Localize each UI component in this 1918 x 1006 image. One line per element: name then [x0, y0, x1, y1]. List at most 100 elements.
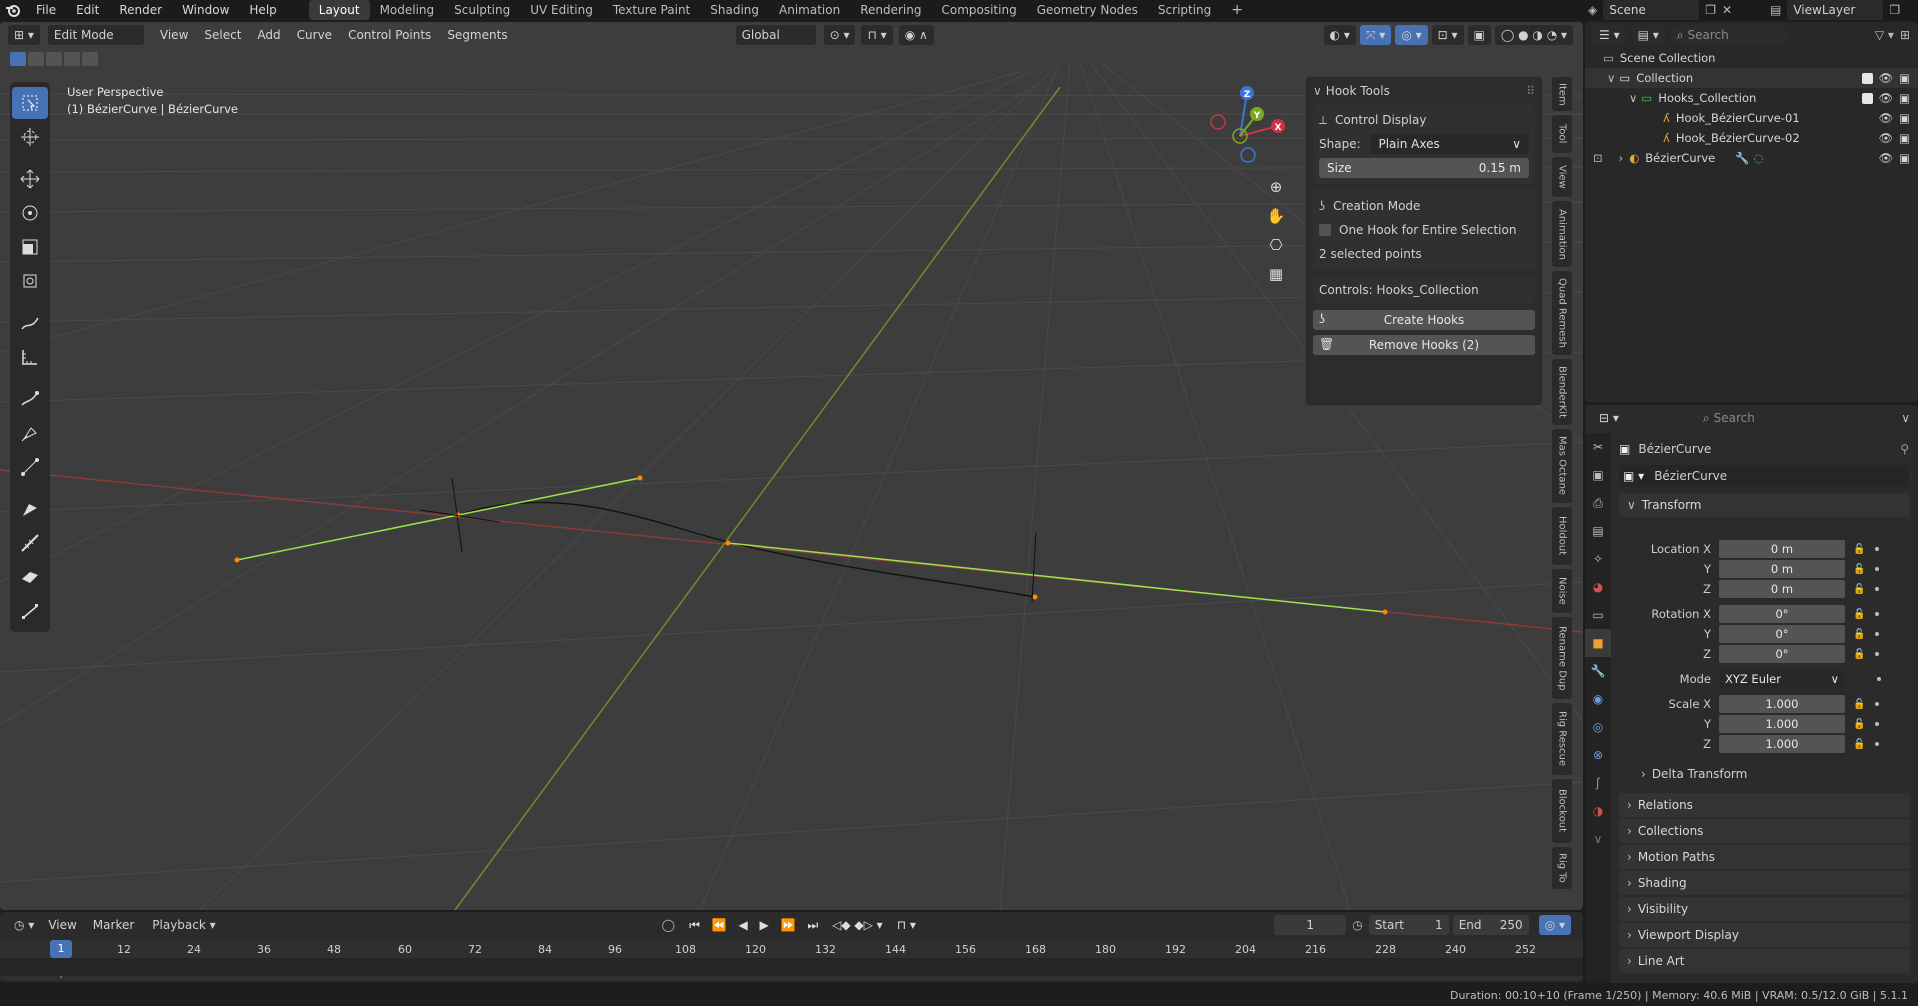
scene-icon[interactable]: ✧ [1585, 545, 1611, 573]
timeline-editor-icon[interactable]: ◷ ▾ [8, 915, 41, 935]
workspace-tab-layout[interactable]: Layout [308, 0, 370, 20]
pan-hand-icon[interactable]: ✋ [1262, 201, 1290, 230]
constraints-icon[interactable]: ⊗ [1585, 741, 1611, 769]
playback-controls-icons[interactable]: ⏮ ⏪ ◀ ▶ ⏩ ⏭ [689, 918, 822, 933]
scale-tool-icon[interactable] [12, 231, 48, 263]
hooks-include-checkbox[interactable] [1861, 92, 1873, 104]
snap-icon[interactable]: ⊓ ▾ [861, 25, 893, 45]
properties-editor-icon[interactable]: ⊟ ▾ [1593, 408, 1625, 428]
lock-icon[interactable]: 🔓 [1853, 609, 1865, 620]
tool-settings-icon[interactable]: ✂ [1585, 433, 1611, 461]
outliner-search-input[interactable]: ⌕ Search [1670, 25, 1789, 45]
particles-icon[interactable]: ◉ [1585, 685, 1611, 713]
select-new-icon[interactable] [10, 52, 26, 66]
3d-viewport[interactable]: Z X Y ⊞ ▾ Edit Mode View Select Add Curv… [0, 22, 1583, 910]
keyframe-dot-icon[interactable] [1875, 612, 1880, 616]
outliner-row-hook-02[interactable]: ʎ Hook_BézierCurve-02 👁 ▣ [1585, 128, 1918, 148]
end-frame-field[interactable]: End 250 [1452, 915, 1529, 935]
measure-tool-icon[interactable] [12, 341, 48, 373]
tab-animation[interactable]: Animation [1552, 201, 1572, 267]
hook-panel-header[interactable]: ∨ Hook Tools ⠿ [1307, 78, 1541, 104]
workspace-tab-compositing[interactable]: Compositing [931, 0, 1026, 20]
menu-add[interactable]: Add [249, 28, 288, 42]
rotate-tool-icon[interactable] [12, 197, 48, 229]
workspace-tab-sculpting[interactable]: Sculpting [444, 0, 520, 20]
object-properties-icon[interactable]: ■ [1585, 629, 1611, 657]
select-intersect-icon[interactable] [82, 52, 98, 66]
current-frame-field[interactable]: 1 [1274, 915, 1347, 935]
menu-render[interactable]: Render [109, 0, 172, 20]
expand-chevron-icon[interactable]: › [1619, 151, 1624, 165]
remove-hooks-button[interactable]: Remove Hooks (2) 🗑 [1313, 335, 1535, 355]
camera-view-icon[interactable]: ⎔ [1262, 230, 1290, 259]
properties-search-input[interactable]: ⌕ Search [1696, 408, 1815, 428]
timeline-menu-view[interactable]: View [40, 918, 84, 932]
menu-control-points[interactable]: Control Points [340, 28, 439, 42]
outliner-row-hooks-collection[interactable]: ∨ ▭ Hooks_Collection 👁 ▣ [1585, 88, 1918, 108]
scale-x-field[interactable]: 1.000 [1719, 695, 1845, 713]
eye-icon[interactable]: 👁 [1879, 71, 1894, 85]
menu-help[interactable]: Help [239, 0, 286, 20]
select-mode-icons[interactable] [10, 52, 98, 66]
section-visibility[interactable]: › Visibility [1619, 897, 1910, 921]
keyframe-jump-icons[interactable]: ◁◆ ◆▷ ▾ [832, 918, 883, 932]
workspace-tab-uv-editing[interactable]: UV Editing [520, 0, 603, 20]
outliner-editor-icon[interactable]: ☰ ▾ [1593, 25, 1626, 45]
camera-icon[interactable]: ▣ [1899, 131, 1910, 145]
eye-icon[interactable]: 👁 [1879, 131, 1894, 145]
keyframe-track[interactable] [0, 958, 1583, 976]
menu-edit[interactable]: Edit [66, 0, 109, 20]
camera-icon[interactable]: ▣ [1899, 71, 1910, 85]
physics-icon[interactable]: ◎ [1585, 713, 1611, 741]
outliner-row-collection[interactable]: ∨ ▭ Collection 👁 ▣ [1585, 68, 1918, 88]
delete-scene-icon[interactable]: ✕ [1722, 3, 1732, 17]
outliner-row-bezier-curve[interactable]: ⊡ › ◐ BézierCurve 🔧 ◌ 👁 ▣ [1585, 148, 1918, 168]
tab-item[interactable]: Item [1552, 77, 1572, 111]
bezier-curve[interactable] [457, 501, 1036, 598]
new-scene-icon[interactable]: ❐ [1705, 3, 1716, 17]
filter-icon[interactable]: ▽ ▾ [1875, 28, 1894, 42]
workspace-tab-shading[interactable]: Shading [700, 0, 769, 20]
mode-dropdown[interactable]: Edit Mode [47, 25, 144, 45]
select-invert-icon[interactable] [64, 52, 80, 66]
keyframe-dot-icon[interactable] [1875, 632, 1880, 636]
lock-icon[interactable]: 🔓 [1853, 629, 1865, 640]
eye-icon[interactable]: 👁 [1879, 111, 1894, 125]
tab-blenderkit[interactable]: BlenderKit [1552, 359, 1572, 425]
tab-rig-to[interactable]: Rig To [1552, 847, 1572, 889]
outliner-row-hook-01[interactable]: ʎ Hook_BézierCurve-01 👁 ▣ [1585, 108, 1918, 128]
frame-ruler[interactable]: 1 12 24 36 48 60 72 84 96 108 120 132 14… [0, 940, 1583, 980]
menu-select[interactable]: Select [196, 28, 249, 42]
proportional-edit-icon[interactable]: ◉ ∧ [898, 25, 934, 45]
move-tool-icon[interactable] [12, 163, 48, 195]
transform-tool-icon[interactable] [12, 265, 48, 297]
world-icon[interactable]: ◕ [1585, 573, 1611, 601]
perspective-toggle-icon[interactable]: ▦ [1262, 259, 1290, 288]
workspace-tab-texture-paint[interactable]: Texture Paint [603, 0, 700, 20]
tab-tool[interactable]: Tool [1552, 115, 1572, 153]
display-mode-icon[interactable]: ▤ ▾ [1631, 25, 1665, 45]
zoom-icon[interactable]: ⊕ [1262, 172, 1290, 201]
edit-overlay-icon[interactable]: ⊡ ▾ [1431, 25, 1464, 45]
size-field[interactable]: Size 0.15 m [1319, 158, 1529, 178]
tab-blockout[interactable]: Blockout [1552, 779, 1572, 843]
shear-tool-icon[interactable] [12, 595, 48, 627]
modifier-wrench-icon[interactable]: 🔧 [1585, 657, 1611, 685]
viewlayer-name-field[interactable]: ViewLayer [1787, 0, 1884, 20]
lock-icon[interactable]: 🔓 [1853, 719, 1865, 730]
cursor-tool-icon[interactable] [12, 121, 48, 153]
tab-rig-rescue[interactable]: Rig Rescue [1552, 703, 1572, 775]
keyframe-dot-icon[interactable] [1875, 722, 1880, 726]
panel-grip-icon[interactable]: ⠿ [1526, 84, 1535, 98]
auto-keying-icon[interactable]: ⊓ ▾ [897, 918, 916, 932]
view-layer-icon[interactable]: ▤ [1585, 517, 1611, 545]
delta-transform-subpanel[interactable]: › Delta Transform [1641, 767, 1747, 781]
draw-curve-tool-icon[interactable] [12, 383, 48, 415]
scene-name-field[interactable]: Scene [1603, 0, 1700, 20]
navigation-gizmo[interactable]: Z X Y [1210, 86, 1285, 163]
collapse-chevron-icon[interactable]: ∨ [1313, 84, 1322, 98]
eye-icon[interactable]: 👁 [1879, 91, 1894, 105]
keyframe-dot-icon[interactable] [1875, 567, 1880, 571]
eye-icon[interactable]: 👁 [1879, 151, 1894, 165]
keyframe-dot-icon[interactable] [1875, 702, 1880, 706]
